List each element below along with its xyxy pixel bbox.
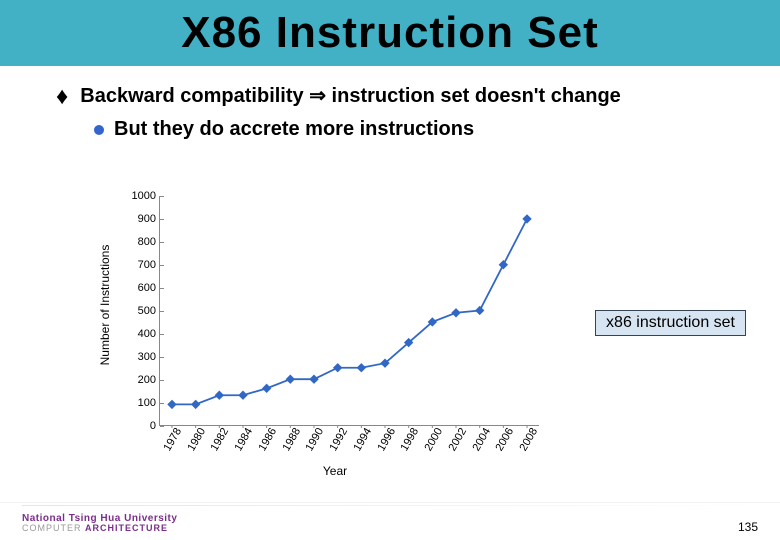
data-point [523,215,531,223]
data-point [192,400,200,408]
bullet-l1-text: Backward compatibility ⇒ instruction set… [80,84,740,109]
plot-area: 0100200300400500600700800900100019781980… [159,196,539,426]
y-tick: 100 [138,397,160,409]
y-tick: 800 [138,236,160,248]
data-point [357,364,365,372]
footer: National Tsing Hua University COMPUTER A… [0,502,780,540]
x-tick: 1980 [185,426,208,453]
data-point [310,375,318,383]
bullet-level1: ♦ Backward compatibility ⇒ instruction s… [56,84,740,112]
y-tick: 300 [138,351,160,363]
data-point [499,261,507,269]
y-tick: 200 [138,374,160,386]
x-tick: 1986 [256,426,279,453]
bullet-l1-part-b: instruction set doesn't change [326,85,621,107]
data-point [263,384,271,392]
data-point [215,391,223,399]
chart-svg [160,196,539,425]
x-tick: 2008 [517,426,540,453]
footer-logo: National Tsing Hua University COMPUTER A… [22,513,177,534]
y-axis-label: Number of Instructions [98,245,112,366]
dept-part-b: ARCHITECTURE [85,523,168,533]
y-tick: 900 [138,213,160,225]
footer-rule [22,505,758,506]
y-tick: 1000 [132,190,160,202]
x-tick: 1994 [351,426,374,453]
x-tick: 2004 [470,426,493,453]
y-tick: 700 [138,259,160,271]
chart: Number of Instructions 01002003004005006… [105,190,565,470]
data-point [286,375,294,383]
y-tick: 400 [138,328,160,340]
content-area: ♦ Backward compatibility ⇒ instruction s… [0,66,780,141]
x-axis-label: Year [105,464,565,478]
y-tick: 0 [150,420,160,432]
dot-icon [94,125,104,135]
x-tick: 2000 [423,426,446,453]
x-tick: 1982 [209,426,232,453]
y-tick: 600 [138,282,160,294]
data-point [334,364,342,372]
bullet-l1-part-a: Backward compatibility [80,85,309,107]
data-point [168,400,176,408]
department-name: COMPUTER ARCHITECTURE [22,524,177,534]
callout-box: x86 instruction set [595,310,746,336]
slide-title: X86 Instruction Set [181,8,599,58]
dept-part-a: COMPUTER [22,523,85,533]
x-tick: 1984 [233,426,256,453]
y-tick: 500 [138,305,160,317]
diamond-icon: ♦ [56,82,68,112]
page-number: 135 [738,520,758,534]
x-tick: 1988 [280,426,303,453]
x-tick: 1996 [375,426,398,453]
x-tick: 1998 [399,426,422,453]
data-point [239,391,247,399]
bullet-l2-text: But they do accrete more instructions [114,118,474,141]
slide-root: X86 Instruction Set ♦ Backward compatibi… [0,0,780,540]
bullet-level2: But they do accrete more instructions [94,118,740,141]
implies-symbol: ⇒ [309,85,326,107]
x-tick: 1992 [328,426,351,453]
data-point [476,307,484,315]
x-tick: 1990 [304,426,327,453]
title-band: X86 Instruction Set [0,0,780,66]
x-tick: 2006 [494,426,517,453]
x-tick: 2002 [446,426,469,453]
data-point [452,309,460,317]
x-tick: 1978 [161,426,184,453]
